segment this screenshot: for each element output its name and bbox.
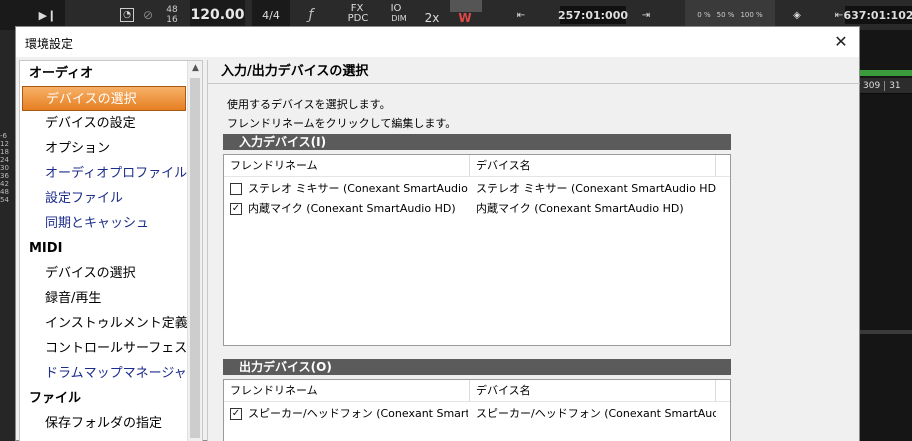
- gutter-label: -6: [0, 132, 7, 140]
- gutter-label: 12: [0, 140, 9, 148]
- input-list-header: フレンドリネーム デバイス名: [224, 155, 730, 177]
- scroll-thumb[interactable]: [190, 78, 200, 438]
- page-title: 入力/出力デバイスの選択: [208, 60, 860, 84]
- device-row[interactable]: ✓ 内蔵マイク (Conexant SmartAudio HD) 内蔵マイク (Co…: [224, 199, 730, 219]
- gutter-label: 18: [0, 148, 9, 156]
- description-line-2: フレンドリネームをクリックして編集します。: [227, 117, 457, 130]
- preferences-dialog: 環境設定 ✕ オーディオ デバイスの選択 デバイスの設定 オプション オーディオプロファ…: [15, 26, 860, 441]
- gutter-label: 30: [0, 164, 9, 172]
- pdc-button[interactable]: PDC: [342, 8, 374, 28]
- gutter-label: 24: [0, 156, 9, 164]
- timeline-ruler[interactable]: 309 31: [858, 78, 912, 94]
- sidebar-item[interactable]: オプション: [20, 136, 188, 161]
- snap-button[interactable]: [450, 0, 482, 12]
- sidebar-item[interactable]: 同期とキャッシュ: [20, 211, 188, 236]
- checkbox-checked[interactable]: ✓: [230, 408, 242, 420]
- zoom-mark-0: 0 %: [697, 11, 711, 19]
- input-section-header: 入力デバイス(I): [223, 134, 731, 150]
- sidebar-item[interactable]: 設定ファイル: [20, 186, 188, 211]
- meter-scale-gutter: -6 12 18 24 30 36 42 48 54: [0, 30, 16, 441]
- checkbox-unchecked[interactable]: [230, 183, 242, 195]
- output-device-list[interactable]: フレンドリネーム デバイス名 ✓ スピーカー/ヘッドフォン (Conexant S…: [223, 379, 731, 441]
- tempo-stack-bottom: 16: [166, 15, 178, 25]
- output-list-header: フレンドリネーム デバイス名: [224, 380, 730, 402]
- friendly-name-cell[interactable]: スピーカー/ヘッドフォン (Conexant SmartAud...: [248, 404, 468, 424]
- sidebar-item[interactable]: ドラムマップマネージャ: [20, 361, 188, 386]
- description-line-1: 使用するデバイスを選択します。: [227, 98, 391, 111]
- sidebar-category[interactable]: MIDI: [20, 236, 188, 261]
- gutter-label: 42: [0, 180, 9, 188]
- friendly-name-cell[interactable]: ステレオ ミキサー (Conexant SmartAudio HD): [248, 179, 468, 199]
- checkbox-checked[interactable]: ✓: [230, 203, 242, 215]
- sidebar-item[interactable]: オーディオプロファイル: [20, 161, 188, 186]
- sidebar-item[interactable]: デバイスの設定: [20, 111, 188, 136]
- gutter-label: 48: [0, 188, 9, 196]
- zoom-mark-50: 50 %: [716, 11, 735, 19]
- ruler-mark: 309: [858, 80, 884, 91]
- sidebar-item[interactable]: 録音/再生: [20, 286, 188, 311]
- sidebar-item[interactable]: デバイスの選択: [22, 86, 186, 111]
- column-friendly-name[interactable]: フレンドリネーム: [224, 380, 470, 402]
- dialog-title: 環境設定: [25, 37, 74, 51]
- daw-window: ▶❙ ◔ ⊘ 48 16 120.00 4/4 ƒ FX IO PDC DIM …: [0, 0, 912, 441]
- tempo-stack-top: 48: [166, 5, 178, 15]
- scroll-up-icon[interactable]: ▲: [188, 61, 202, 76]
- content-pane: 入力/出力デバイスの選択 使用するデバイスを選択します。 フレンドリネームをクリ…: [207, 60, 860, 441]
- sidebar-category[interactable]: オーディオ: [20, 61, 188, 86]
- loop-region[interactable]: [858, 70, 912, 76]
- speed-button[interactable]: 2x: [420, 8, 444, 28]
- dialog-titlebar[interactable]: 環境設定 ✕: [16, 27, 859, 57]
- friendly-name-cell[interactable]: 内蔵マイク (Conexant SmartAudio HD): [248, 199, 468, 219]
- gutter-label: 54: [0, 196, 9, 204]
- sidebar-list: オーディオ デバイスの選択 デバイスの設定 オプション オーディオプロファイル 設定ファイ…: [20, 61, 188, 436]
- play-icon[interactable]: ▶❙: [39, 9, 57, 22]
- ruler-mark: 31: [884, 80, 904, 91]
- loop-start-time[interactable]: 257:01:000: [558, 6, 628, 24]
- device-row[interactable]: ステレオ ミキサー (Conexant SmartAudio HD) ステレオ ミ…: [224, 179, 730, 199]
- zoom-mark-100: 100 %: [740, 11, 763, 19]
- sidebar-scrollbar[interactable]: ▲: [187, 61, 202, 441]
- sidebar-item[interactable]: 保存フォルダの指定: [20, 411, 188, 436]
- output-section-header: 出力デバイス(O): [223, 359, 731, 375]
- gutter-label: 36: [0, 172, 9, 180]
- device-name-cell: ステレオ ミキサー (Conexant SmartAudio HD): [476, 182, 716, 195]
- input-device-list[interactable]: フレンドリネーム デバイス名 ステレオ ミキサー (Conexant Smart…: [223, 154, 731, 346]
- sidebar-item[interactable]: デバイスの選択: [20, 261, 188, 286]
- column-device-name[interactable]: デバイス名: [470, 380, 716, 402]
- preferences-sidebar: オーディオ デバイスの選択 デバイスの設定 オプション オーディオプロファイル 設定ファイ…: [19, 60, 203, 441]
- dim-button[interactable]: DIM: [386, 8, 412, 28]
- sidebar-category[interactable]: ファイル: [20, 386, 188, 411]
- track-divider: [858, 330, 912, 334]
- device-name-cell: 内蔵マイク (Conexant SmartAudio HD): [476, 202, 684, 215]
- sidebar-item[interactable]: コントロールサーフェス: [20, 336, 188, 361]
- device-name-cell: スピーカー/ヘッドフォン (Conexant SmartAudio ...: [476, 407, 716, 420]
- close-icon[interactable]: ✕: [831, 32, 851, 52]
- now-time[interactable]: 637:01:102: [843, 6, 912, 24]
- device-row[interactable]: ✓ スピーカー/ヘッドフォン (Conexant SmartAud... スピーカー…: [224, 404, 730, 424]
- sidebar-item[interactable]: インストゥルメント定義: [20, 311, 188, 336]
- column-device-name[interactable]: デバイス名: [470, 155, 716, 177]
- column-friendly-name[interactable]: フレンドリネーム: [224, 155, 470, 177]
